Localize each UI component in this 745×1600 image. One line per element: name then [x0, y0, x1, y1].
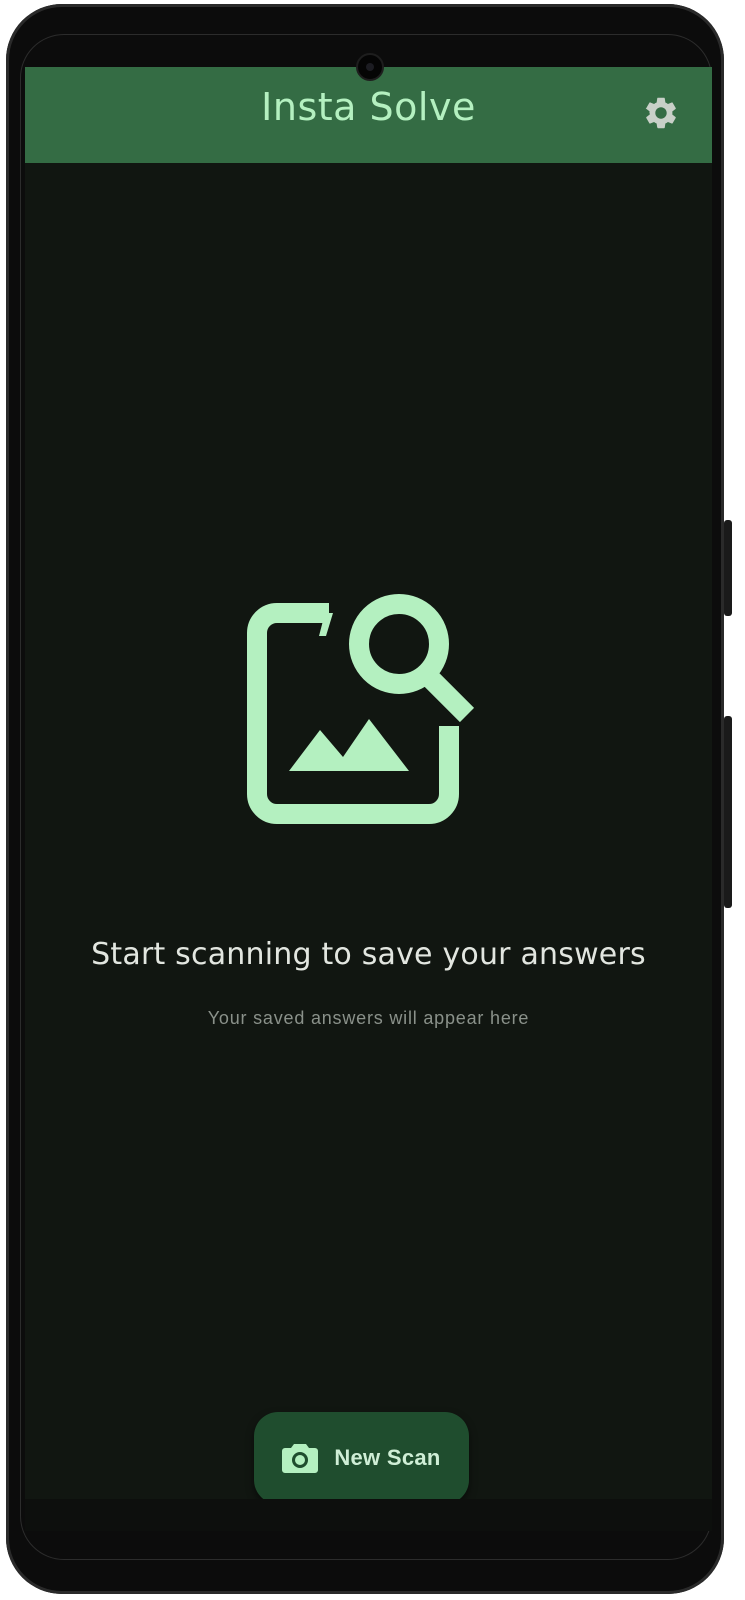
front-camera — [356, 53, 384, 81]
app-title: Insta Solve — [261, 85, 476, 129]
volume-button — [724, 520, 732, 616]
gear-icon — [645, 97, 676, 129]
app-bar: Insta Solve — [25, 67, 712, 163]
new-scan-button[interactable]: New Scan — [254, 1412, 469, 1504]
app-screen: Insta Solve Start scanning to save your … — [25, 67, 712, 1531]
power-button — [724, 716, 732, 908]
new-scan-label: New Scan — [334, 1445, 441, 1470]
empty-state-subtitle: Your saved answers will appear here — [207, 1008, 530, 1028]
camera-icon — [282, 1442, 319, 1474]
settings-button[interactable] — [637, 89, 685, 137]
system-nav-bar — [25, 1499, 712, 1531]
empty-state-title: Start scanning to save your answers — [91, 937, 646, 972]
image-search-icon — [247, 594, 475, 824]
